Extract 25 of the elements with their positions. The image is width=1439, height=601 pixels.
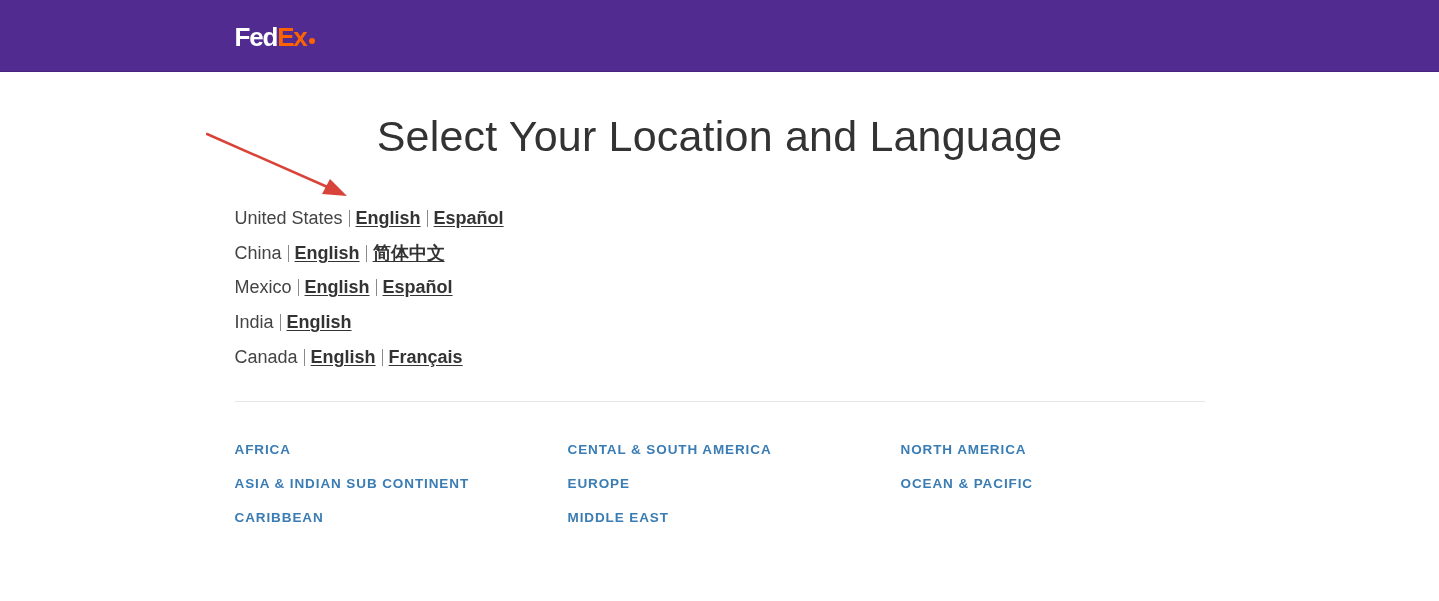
language-link[interactable]: Español (433, 207, 504, 229)
region-link[interactable]: AFRICA (234, 432, 291, 467)
country-name: India (234, 312, 274, 334)
region-link[interactable]: EUROPE (567, 466, 630, 501)
logo[interactable]: FedEx (234, 21, 307, 50)
country-name: United States (234, 207, 343, 229)
language-link[interactable]: English (355, 207, 421, 229)
region-link[interactable]: MIDDLE EAST (567, 500, 669, 535)
country-name: Canada (234, 346, 298, 368)
country-name: Mexico (234, 277, 292, 299)
language-link[interactable]: English (294, 242, 360, 264)
country-name: China (234, 242, 282, 264)
region-link[interactable]: CARIBBEAN (234, 500, 324, 535)
region-link[interactable]: CENTAL & SOUTH AMERICA (567, 432, 772, 467)
language-link[interactable]: English (304, 277, 370, 299)
language-link[interactable]: English (286, 312, 352, 334)
logo-dot-icon (308, 37, 315, 44)
page-title: Select Your Location and Language (375, 111, 1064, 162)
region-link[interactable]: NORTH AMERICA (900, 432, 1027, 467)
language-link[interactable]: Español (382, 277, 453, 299)
region-link[interactable]: ASIA & INDIAN SUB CONTINENT (234, 466, 470, 501)
language-link[interactable]: 简体中文 (372, 241, 445, 266)
region-link[interactable]: OCEAN & PACIFIC (900, 466, 1033, 501)
language-link[interactable]: Français (388, 346, 463, 368)
language-link[interactable]: English (310, 346, 376, 368)
